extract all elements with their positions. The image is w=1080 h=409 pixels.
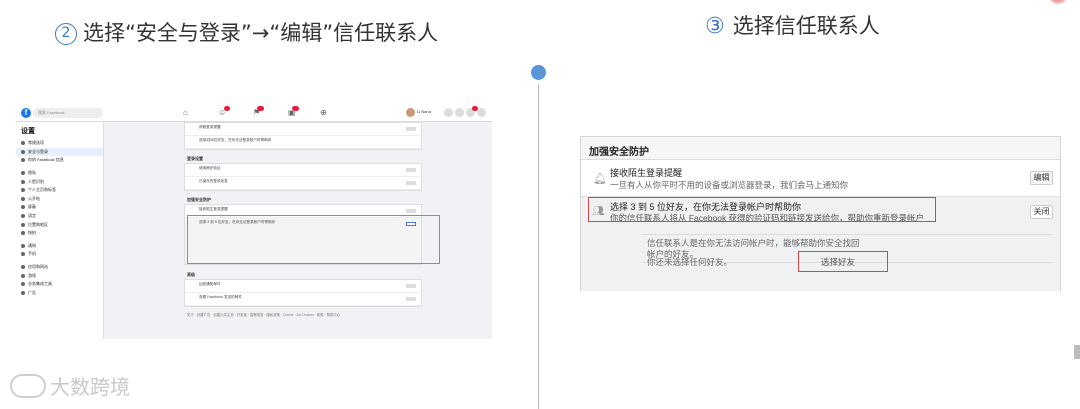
timeline-dot xyxy=(531,65,546,80)
watermark-logo-icon xyxy=(10,374,46,398)
highlight-box xyxy=(798,251,888,272)
sidebar-item[interactable]: 常规选项 xyxy=(16,139,103,148)
fb-setting-row: 查看 Facebook 发送的邮件 xyxy=(185,293,421,306)
fb-topbar: f 搜索 Facebook ⌂ ☺ ⚑ ▣ ⊕ Li Nana xyxy=(16,105,492,122)
fb-footer: 关于 · 创建广告 · 创建公共主页 · 开发者 · 招聘信息 · 隐私政策 ·… xyxy=(187,313,341,317)
edit-button[interactable] xyxy=(406,168,416,172)
divider xyxy=(641,234,1052,235)
sidebar-item[interactable]: 公开帖 xyxy=(16,195,103,204)
sidebar-item[interactable]: 快拍 xyxy=(16,229,103,238)
edit-button[interactable] xyxy=(406,284,416,288)
step3-number: ③ xyxy=(705,14,725,39)
fb-section-card: 加密通知邮件 查看 Facebook 发送的邮件 xyxy=(184,279,422,307)
watermark-text: 大数跨境 xyxy=(50,377,130,399)
fb-section-header: 登录设置 xyxy=(187,156,203,161)
highlight-box xyxy=(187,215,440,264)
fb-setting-row: 获取登录提醒 xyxy=(185,123,421,136)
home-icon[interactable]: ⌂ xyxy=(183,108,188,117)
vertical-divider xyxy=(538,84,539,409)
sidebar-item[interactable]: 隐私 xyxy=(16,169,103,178)
bell-icon: 🔔︎ xyxy=(593,173,607,185)
chevron-down-icon[interactable] xyxy=(477,108,486,117)
fb-section-header: 高级 xyxy=(187,272,195,277)
fb-setting-row: 使用两步验证 xyxy=(185,164,421,177)
scrollbar-mark xyxy=(1074,345,1080,359)
step3-title: ③ 选择信任联系人 xyxy=(705,10,880,40)
fb-setting-row: 选择3到5位好友，在你无法登录帐户时帮助你 xyxy=(185,136,421,149)
fb-settings-sidebar: 设置 常规选项 安全与登录 你的 Facebook 信息 隐私 人脸识别 个人主… xyxy=(16,122,104,339)
sidebar-item[interactable]: 个人主页和标签 xyxy=(16,186,103,195)
edit-button[interactable]: 编辑 xyxy=(1030,171,1053,185)
edit-button[interactable] xyxy=(406,209,416,213)
sidebar-item[interactable]: 通知 xyxy=(16,242,103,251)
groups-icon[interactable]: ⊕ xyxy=(320,108,327,117)
row1-desc: 一旦有人从你平时不用的设备或浏览器登录，我们会马上通知你 xyxy=(610,180,849,190)
sidebar-title: 设置 xyxy=(21,128,35,135)
step2-title: 2 选择“安全与登录”→“编辑”信任联系人 xyxy=(55,17,438,47)
corner-decoration xyxy=(1048,0,1068,4)
sidebar-item[interactable]: 应用和网站 xyxy=(16,263,103,272)
fb-section-header: 加强安全防护 xyxy=(187,197,211,202)
edit-button[interactable] xyxy=(406,181,416,185)
menu-icon[interactable] xyxy=(444,108,453,117)
fb-section-card: 获取登录提醒 选择3到5位好友，在你无法登录帐户时帮助你 xyxy=(184,122,422,150)
sidebar-item[interactable]: 游戏 xyxy=(16,271,103,280)
notification-badge xyxy=(224,106,230,111)
fb-setting-row: 已保存的登录信息 xyxy=(185,177,421,190)
sidebar-item-security[interactable]: 安全与登录 xyxy=(16,147,103,157)
login-alert-row: 🔔︎ 接收陌生登录提醒 一旦有人从你平时不用的设备或浏览器登录，我们会马上通知你… xyxy=(581,160,1060,197)
fb-search-input[interactable]: 搜索 Facebook xyxy=(33,108,103,118)
sidebar-item[interactable]: 语言 xyxy=(16,212,103,221)
close-button[interactable]: 关闭 xyxy=(1030,205,1053,219)
row1-title: 接收陌生登录提醒 xyxy=(610,168,683,178)
facebook-logo-icon[interactable]: f xyxy=(21,108,31,118)
panel-title: 加强安全防护 xyxy=(589,147,649,158)
sidebar-item[interactable]: 手机 xyxy=(16,250,103,259)
fb-setting-row: 加密通知邮件 xyxy=(185,280,421,293)
step2-number: 2 xyxy=(55,23,77,45)
facebook-settings-screenshot: f 搜索 Facebook ⌂ ☺ ⚑ ▣ ⊕ Li Nana 设置 常规选项 … xyxy=(16,105,492,339)
sidebar-item[interactable]: 业务集成工具 xyxy=(16,280,103,289)
step3-text: 选择信任联系人 xyxy=(732,14,880,38)
fb-user-name[interactable]: Li Nana xyxy=(417,109,431,114)
sidebar-item[interactable]: 人脸识别 xyxy=(16,177,103,186)
no-friends-text: 你还未选择任何好友。 xyxy=(647,257,733,267)
highlight-box xyxy=(588,197,936,222)
sidebar-item[interactable]: 位置和地区 xyxy=(16,220,103,229)
sidebar-item[interactable]: 你的 Facebook 信息 xyxy=(16,156,103,165)
avatar[interactable] xyxy=(406,108,415,117)
notification-badge xyxy=(257,106,264,111)
edit-button[interactable] xyxy=(406,127,416,131)
notification-badge xyxy=(292,106,299,111)
sidebar-item[interactable]: 广告 xyxy=(16,289,103,298)
messenger-icon[interactable] xyxy=(455,108,464,117)
sidebar-item[interactable]: 屏蔽 xyxy=(16,203,103,212)
watermark: 大数跨境 xyxy=(10,371,130,400)
edit-button[interactable] xyxy=(406,297,416,301)
fb-section-card: 使用两步验证 已保存的登录信息 xyxy=(184,163,422,191)
step2-text: 选择“安全与登录”→“编辑”信任联系人 xyxy=(83,21,439,45)
